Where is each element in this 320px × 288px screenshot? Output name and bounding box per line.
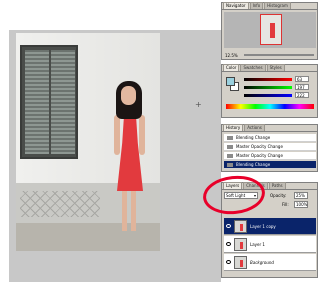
navigator-preview[interactable] xyxy=(224,12,316,48)
photo-figure-arm-right xyxy=(139,115,145,155)
layer-name: Layer 1 xyxy=(250,242,265,247)
blue-slider[interactable] xyxy=(244,94,292,97)
navigator-view-box[interactable] xyxy=(260,14,282,45)
opacity-field[interactable]: 25% xyxy=(294,192,308,199)
navigator-tabbar: Navigator Info Histogram xyxy=(222,2,317,10)
color-spectrum-bar[interactable] xyxy=(226,104,314,109)
tab-actions[interactable]: Actions xyxy=(244,124,265,131)
color-panel: Color Swatches Styles 63 197 222 xyxy=(221,64,318,118)
history-panel: History Actions Blending Change Master O… xyxy=(221,124,318,172)
photo-shutter-right xyxy=(51,50,75,154)
crosshair-cursor-icon: + xyxy=(195,100,202,109)
history-tabbar: History Actions xyxy=(222,124,317,132)
layer-row-selected[interactable]: Layer 1 copy xyxy=(224,218,316,235)
layer-thumbnail xyxy=(234,238,247,251)
photo-figure-arm-left xyxy=(114,115,120,155)
navigator-zoom-slider[interactable] xyxy=(244,54,314,56)
history-step-icon xyxy=(227,154,233,158)
opacity-label: Opacity: xyxy=(270,193,287,198)
layer-thumbnail xyxy=(234,256,247,269)
layer-name: Background xyxy=(250,260,274,265)
color-tabbar: Color Swatches Styles xyxy=(222,64,317,72)
history-item[interactable]: Master Opacity Change xyxy=(224,143,316,151)
history-item-label: Blending Change xyxy=(236,162,271,167)
history-item-label: Blending Change xyxy=(236,135,271,140)
layer-thumbnail-figure xyxy=(240,242,243,249)
navigator-zoom-value[interactable]: 12.5% xyxy=(225,53,238,58)
photo-figure-face xyxy=(121,86,136,105)
history-item-label: Master Opacity Change xyxy=(236,144,283,149)
foreground-color-swatch[interactable] xyxy=(226,77,235,86)
history-item-selected[interactable]: Blending Change xyxy=(224,161,316,169)
layer-name: Layer 1 copy xyxy=(250,224,276,229)
history-step-icon xyxy=(227,163,233,167)
tab-paths[interactable]: Paths xyxy=(268,182,286,189)
tab-styles[interactable]: Styles xyxy=(266,64,285,71)
fill-field[interactable]: 100% xyxy=(294,201,308,208)
layer-thumbnail-figure xyxy=(240,260,243,267)
eye-icon[interactable] xyxy=(226,224,231,228)
navigator-thumb-figure xyxy=(270,23,275,38)
tab-navigator[interactable]: Navigator xyxy=(223,2,249,9)
fill-label: Fill: xyxy=(282,202,289,207)
photo-figure-legs xyxy=(122,189,136,231)
layer-row[interactable]: Layer 1 xyxy=(224,236,316,253)
tab-color[interactable]: Color xyxy=(223,64,240,71)
blue-value-field[interactable]: 222 xyxy=(295,92,309,98)
photo-window xyxy=(20,45,78,159)
history-item[interactable]: Blending Change xyxy=(224,134,316,142)
tab-swatches[interactable]: Swatches xyxy=(240,64,266,71)
layer-thumbnail xyxy=(234,220,247,233)
layer-row[interactable]: Background xyxy=(224,254,316,271)
green-slider[interactable] xyxy=(244,86,292,89)
tab-info[interactable]: Info xyxy=(249,2,264,9)
history-step-icon xyxy=(227,145,233,149)
document-image[interactable] xyxy=(16,33,160,251)
photo-floor xyxy=(16,223,160,251)
photo-wall-pattern xyxy=(20,191,100,217)
tab-history[interactable]: History xyxy=(223,124,244,131)
eye-icon[interactable] xyxy=(226,260,231,264)
tab-histogram[interactable]: Histogram xyxy=(264,2,291,9)
history-step-icon xyxy=(227,136,233,140)
history-item-label: Master Opacity Change xyxy=(236,153,283,158)
layer-thumbnail-figure xyxy=(240,224,243,231)
eye-icon[interactable] xyxy=(226,242,231,246)
history-item[interactable]: Master Opacity Change xyxy=(224,152,316,160)
red-value-field[interactable]: 63 xyxy=(295,76,309,82)
photo-shutter-left xyxy=(25,50,49,154)
green-value-field[interactable]: 197 xyxy=(295,84,309,90)
red-slider[interactable] xyxy=(244,78,292,81)
photoshop-window: + Navigator Info Histogram 12.5% Color S… xyxy=(0,0,320,288)
navigator-panel: Navigator Info Histogram 12.5% xyxy=(221,2,318,60)
document-workspace[interactable]: + xyxy=(0,0,221,288)
